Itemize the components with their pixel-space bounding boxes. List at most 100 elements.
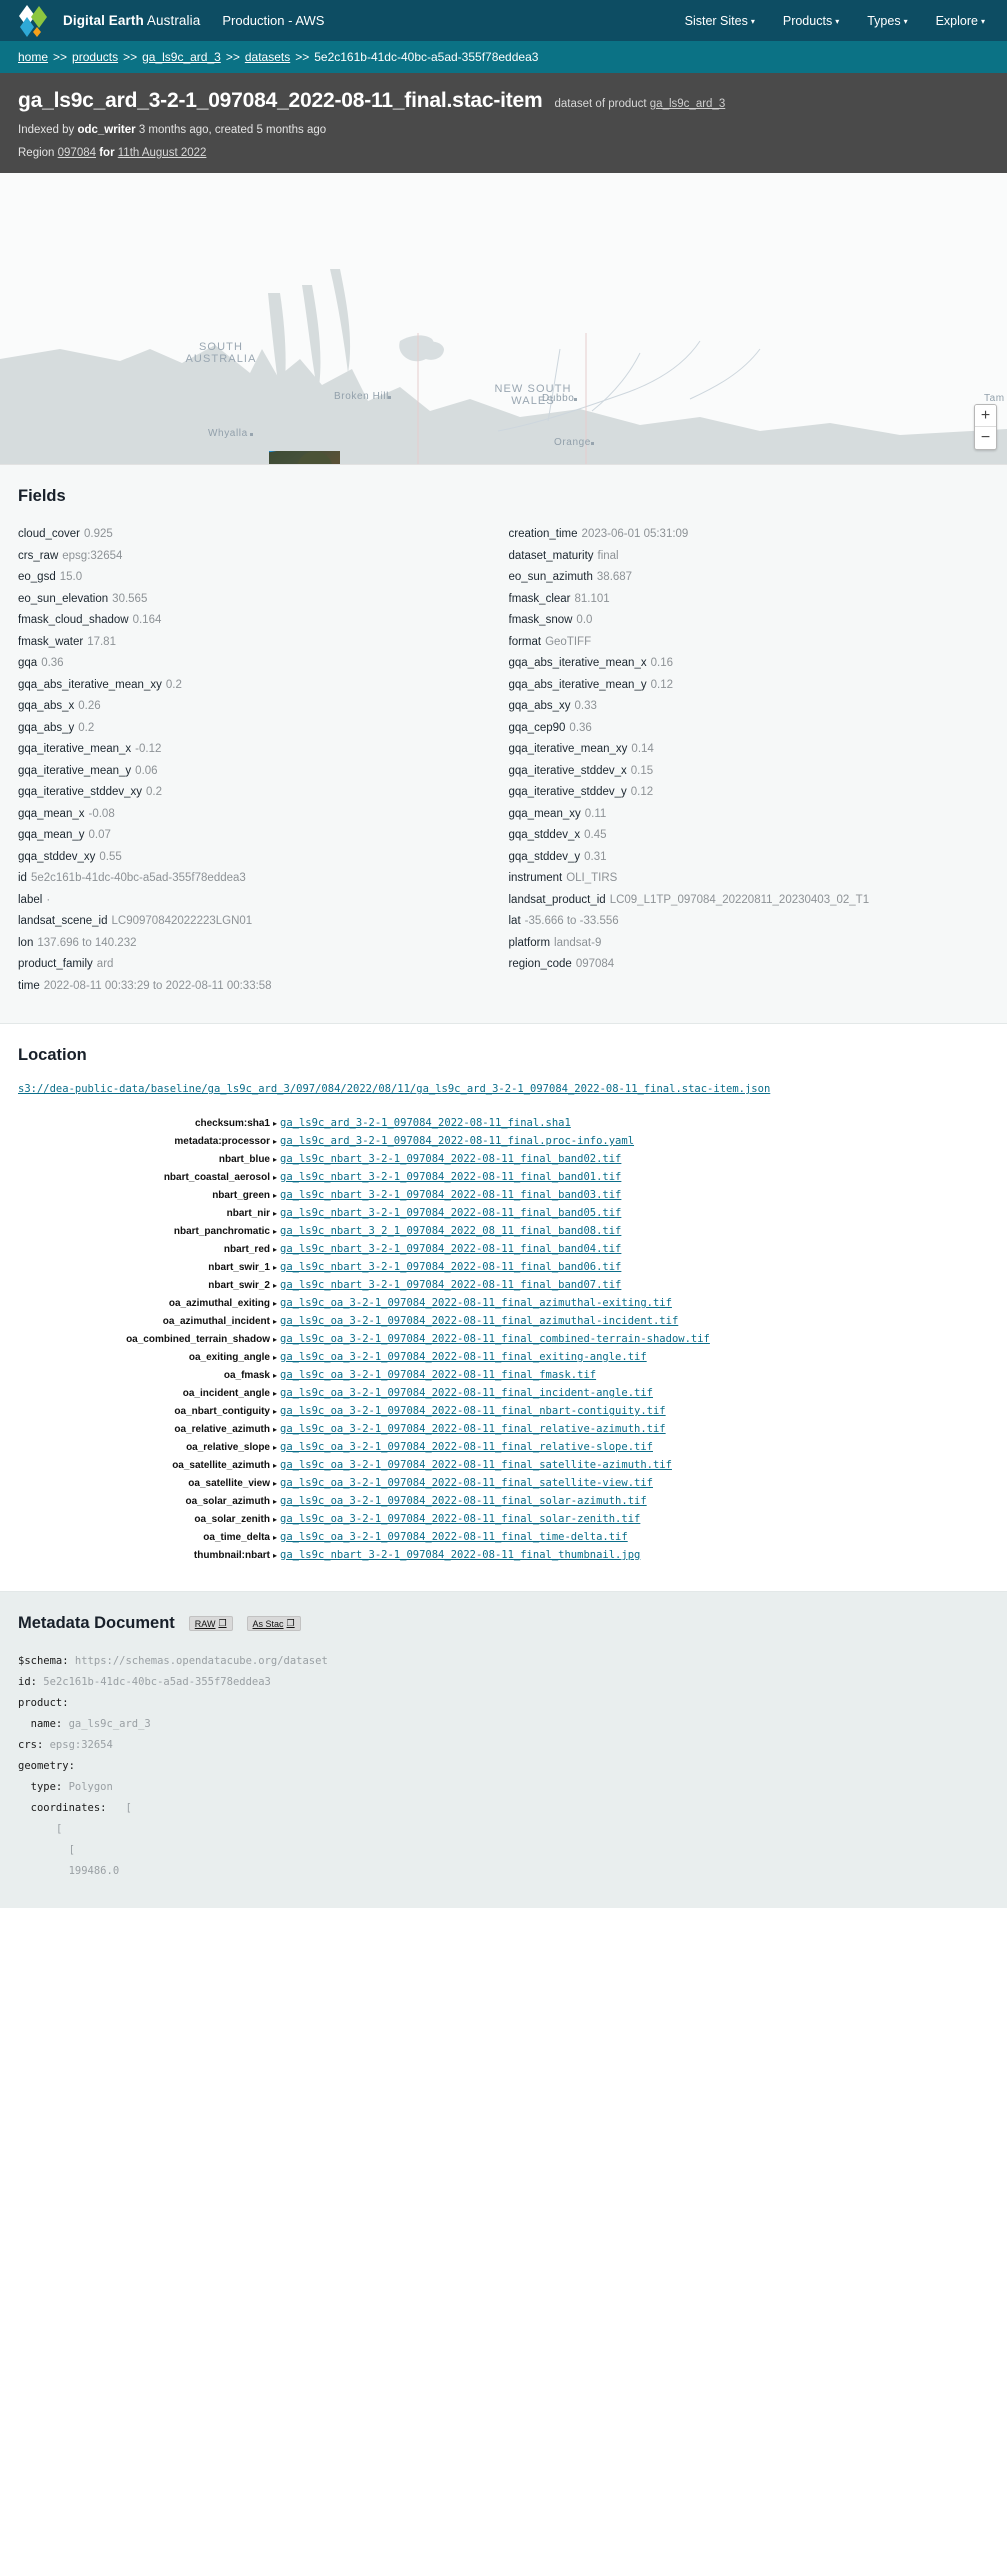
chevron-right-icon[interactable]: ▸ xyxy=(272,1349,280,1367)
city-dot-icon xyxy=(574,398,577,401)
chevron-right-icon[interactable]: ▸ xyxy=(272,1295,280,1313)
region-code-link[interactable]: 097084 xyxy=(58,147,96,159)
chevron-right-icon[interactable]: ▸ xyxy=(272,1529,280,1547)
chevron-right-icon[interactable]: ▸ xyxy=(272,1457,280,1475)
chevron-right-icon[interactable]: ▸ xyxy=(272,1421,280,1439)
asset-file-link[interactable]: ga_ls9c_nbart_3-2-1_097084_2022-08-11_fi… xyxy=(280,1241,621,1259)
breadcrumb-item-product-name[interactable]: ga_ls9c_ard_3 xyxy=(142,50,221,64)
dataset-location-map[interactable]: SOUTH AUSTRALIA NEW SOUTH WALES VICTORIA… xyxy=(0,173,1007,465)
chevron-right-icon[interactable]: ▸ xyxy=(272,1547,280,1565)
asset-file-link[interactable]: ga_ls9c_nbart_3-2-1_097084_2022-08-11_fi… xyxy=(280,1277,621,1295)
zoom-in-button[interactable]: + xyxy=(975,405,996,427)
chevron-down-icon: ▾ xyxy=(835,16,840,26)
chevron-right-icon[interactable]: ▸ xyxy=(272,1493,280,1511)
breadcrumb-item-products[interactable]: products xyxy=(72,50,118,64)
zoom-out-button[interactable]: − xyxy=(975,427,996,449)
asset-file-link[interactable]: ga_ls9c_nbart_3-2-1_097084_2022-08-11_fi… xyxy=(280,1259,621,1277)
nav-item-explore[interactable]: Explore ▾ xyxy=(936,14,985,28)
chevron-right-icon[interactable]: ▸ xyxy=(272,1223,280,1241)
asset-file-link[interactable]: ga_ls9c_oa_3-2-1_097084_2022-08-11_final… xyxy=(280,1421,666,1439)
asset-file-link[interactable]: ga_ls9c_oa_3-2-1_097084_2022-08-11_final… xyxy=(280,1367,596,1385)
fields-column-right: creation_time 2023-06-01 05:31:09 dataset_… xyxy=(509,524,990,997)
asset-file-link[interactable]: ga_ls9c_nbart_3-2-1_097084_2022-08-11_fi… xyxy=(280,1205,621,1223)
asset-file-link[interactable]: ga_ls9c_oa_3-2-1_097084_2022-08-11_final… xyxy=(280,1331,710,1349)
asset-key: nbart_coastal_aerosol xyxy=(163,1172,270,1183)
nav-item-sister-sites[interactable]: Sister Sites ▾ xyxy=(685,14,755,28)
asset-key: metadata:processor xyxy=(174,1136,270,1147)
chevron-right-icon[interactable]: ▸ xyxy=(272,1439,280,1457)
asset-file-link[interactable]: ga_ls9c_oa_3-2-1_097084_2022-08-11_final… xyxy=(280,1475,653,1493)
breadcrumb-item-home[interactable]: home xyxy=(18,50,48,64)
yaml-key: coordinates: xyxy=(18,1802,126,1814)
asset-file-link[interactable]: ga_ls9c_oa_3-2-1_097084_2022-08-11_final… xyxy=(280,1439,653,1457)
asset-file-link[interactable]: ga_ls9c_oa_3-2-1_097084_2022-08-11_final… xyxy=(280,1313,678,1331)
asset-file-link[interactable]: ga_ls9c_oa_3-2-1_097084_2022-08-11_final… xyxy=(280,1493,647,1511)
field-row: label · xyxy=(18,890,499,912)
chevron-right-icon[interactable]: ▸ xyxy=(272,1187,280,1205)
field-row: landsat_product_id LC09_L1TP_097084_20220… xyxy=(509,890,990,912)
asset-row: oa_fmask ▸ ga_ls9c_oa_3-2-1_097084_2022-08… xyxy=(18,1367,989,1385)
yaml-key: $schema: xyxy=(18,1655,75,1667)
field-value: epsg:32654 xyxy=(62,549,123,562)
chevron-right-icon[interactable]: ▸ xyxy=(272,1385,280,1403)
chevron-right-icon[interactable]: ▸ xyxy=(272,1133,280,1151)
chevron-right-icon[interactable]: ▸ xyxy=(272,1205,280,1223)
chevron-right-icon[interactable]: ▸ xyxy=(272,1403,280,1421)
chevron-right-icon[interactable]: ▸ xyxy=(272,1313,280,1331)
asset-row: oa_solar_azimuth ▸ ga_ls9c_oa_3-2-1_097084… xyxy=(18,1493,989,1511)
field-value: 0.16 xyxy=(650,657,673,669)
product-link[interactable]: ga_ls9c_ard_3 xyxy=(650,98,725,110)
map-label-south-australia: SOUTH AUSTRALIA xyxy=(185,341,257,365)
as-stac-button[interactable]: As Stac ❐ xyxy=(246,1616,301,1631)
chevron-right-icon[interactable]: ▸ xyxy=(272,1511,280,1529)
field-value: 0.15 xyxy=(630,764,654,777)
title-line: ga_ls9c_ard_3-2-1_097084_2022-08-11_fina… xyxy=(18,89,989,113)
field-row: gqa_stddev_y 0.31 xyxy=(509,847,990,869)
raw-button[interactable]: RAW ❐ xyxy=(188,1616,233,1631)
nav-item-products[interactable]: Products ▾ xyxy=(783,14,839,28)
asset-file-link[interactable]: ga_ls9c_oa_3-2-1_097084_2022-08-11_final… xyxy=(280,1349,647,1367)
field-key: gqa_abs_iterative_mean_x xyxy=(508,657,647,669)
chevron-right-icon[interactable]: ▸ xyxy=(272,1259,280,1277)
field-key: gqa_mean_x xyxy=(18,807,85,820)
nav-item-types[interactable]: Types ▾ xyxy=(867,14,907,28)
chevron-right-icon[interactable]: ▸ xyxy=(272,1241,280,1259)
asset-file-link[interactable]: ga_ls9c_nbart_3-2-1_097084_2022-08-11_fi… xyxy=(280,1151,621,1169)
asset-row: thumbnail:nbart ▸ ga_ls9c_nbart_3-2-1_0970… xyxy=(18,1547,989,1565)
asset-file-link[interactable]: ga_ls9c_nbart_3-2-1_097084_2022-08-11_fi… xyxy=(280,1547,640,1565)
chevron-right-icon[interactable]: ▸ xyxy=(272,1367,280,1385)
nav-item-sister-sites-label: Sister Sites xyxy=(684,13,748,28)
asset-file-link[interactable]: ga_ls9c_oa_3-2-1_097084_2022-08-11_final… xyxy=(280,1295,672,1313)
field-row: dataset_maturity final xyxy=(509,546,990,568)
asset-file-link[interactable]: ga_ls9c_nbart_3-2-1_097084_2022-08-11_fi… xyxy=(280,1169,621,1187)
asset-file-link[interactable]: ga_ls9c_nbart_3-2-1_097084_2022-08-11_fi… xyxy=(280,1187,621,1205)
asset-file-link[interactable]: ga_ls9c_ard_3-2-1_097084_2022-08-11_fina… xyxy=(280,1133,634,1151)
field-row: eo_gsd 15.0 xyxy=(18,567,499,589)
chevron-right-icon[interactable]: ▸ xyxy=(272,1475,280,1493)
asset-file-link[interactable]: ga_ls9c_oa_3-2-1_097084_2022-08-11_final… xyxy=(280,1511,640,1529)
breadcrumb-item-datasets[interactable]: datasets xyxy=(245,50,290,64)
chevron-right-icon[interactable]: ▸ xyxy=(272,1115,280,1133)
asset-key: oa_satellite_azimuth xyxy=(172,1460,270,1471)
field-value: 0.2 xyxy=(165,678,182,691)
asset-file-link[interactable]: ga_ls9c_oa_3-2-1_097084_2022-08-11_final… xyxy=(280,1529,628,1547)
asset-file-link[interactable]: ga_ls9c_nbart_3_2_1_097084_2022_08_11_fi… xyxy=(280,1223,621,1241)
region-date-link[interactable]: 11th August 2022 xyxy=(118,147,207,159)
breadcrumb-separator: >> xyxy=(53,50,68,64)
asset-file-link[interactable]: ga_ls9c_ard_3-2-1_097084_2022-08-11_fina… xyxy=(280,1115,571,1133)
field-key: gqa_mean_y xyxy=(18,829,85,841)
yaml-key: id: xyxy=(18,1676,44,1688)
map-zoom-control[interactable]: + − xyxy=(974,404,997,450)
asset-file-link[interactable]: ga_ls9c_oa_3-2-1_097084_2022-08-11_final… xyxy=(280,1457,672,1475)
field-row: fmask_clear 81.101 xyxy=(509,589,990,611)
asset-file-link[interactable]: ga_ls9c_oa_3-2-1_097084_2022-08-11_final… xyxy=(280,1403,666,1421)
field-row: time 2022-08-11 00:33:29 to 2022-08-11 00… xyxy=(18,976,499,998)
location-s3-url-link[interactable]: s3://dea-public-data/baseline/ga_ls9c_ar… xyxy=(18,1083,989,1095)
chevron-right-icon[interactable]: ▸ xyxy=(272,1151,280,1169)
asset-file-link[interactable]: ga_ls9c_oa_3-2-1_097084_2022-08-11_final… xyxy=(280,1385,653,1403)
chevron-right-icon[interactable]: ▸ xyxy=(272,1169,280,1187)
chevron-right-icon[interactable]: ▸ xyxy=(272,1277,280,1295)
chevron-right-icon[interactable]: ▸ xyxy=(272,1331,280,1349)
brand-logo-group[interactable]: Digital Earth Australia xyxy=(18,4,200,37)
dataset-footprint-thumbnail[interactable] xyxy=(269,451,340,464)
